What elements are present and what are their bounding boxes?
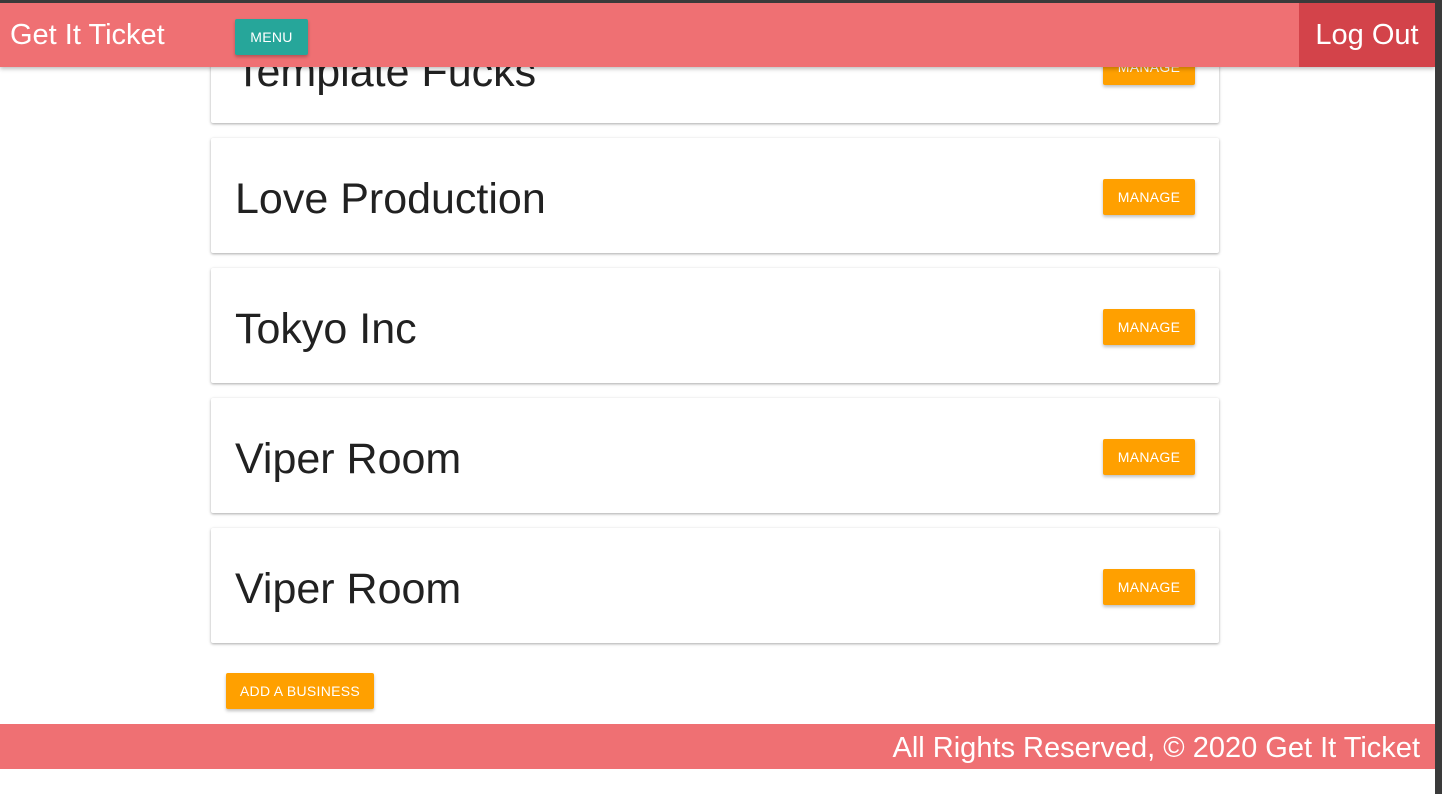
business-name: Viper Room (235, 435, 462, 483)
footer-copyright: All Rights Reserved, © 2020 Get It Ticke… (892, 732, 1420, 764)
menu-button[interactable]: MENU (235, 19, 308, 55)
manage-button[interactable]: MANAGE (1103, 179, 1195, 215)
window-right-edge (1435, 0, 1442, 794)
brand-logo[interactable]: Get It Ticket (10, 17, 165, 53)
manage-button[interactable]: MANAGE (1103, 569, 1195, 605)
manage-button[interactable]: MANAGE (1103, 439, 1195, 475)
business-name: Tokyo Inc (235, 305, 417, 353)
manage-button[interactable]: MANAGE (1103, 309, 1195, 345)
business-card: Viper Room MANAGE (211, 528, 1219, 643)
business-card: Tokyo Inc MANAGE (211, 268, 1219, 383)
add-business-button[interactable]: ADD A BUSINESS (226, 673, 374, 709)
business-card: Viper Room MANAGE (211, 398, 1219, 513)
window-top-edge (0, 0, 1442, 3)
footer: All Rights Reserved, © 2020 Get It Ticke… (0, 724, 1435, 769)
logout-button[interactable]: Log Out (1299, 3, 1435, 67)
business-name: Viper Room (235, 565, 462, 613)
business-name: Love Production (235, 175, 546, 223)
business-card: Love Production MANAGE (211, 138, 1219, 253)
top-navbar: Get It Ticket MENU Log Out (0, 3, 1435, 67)
